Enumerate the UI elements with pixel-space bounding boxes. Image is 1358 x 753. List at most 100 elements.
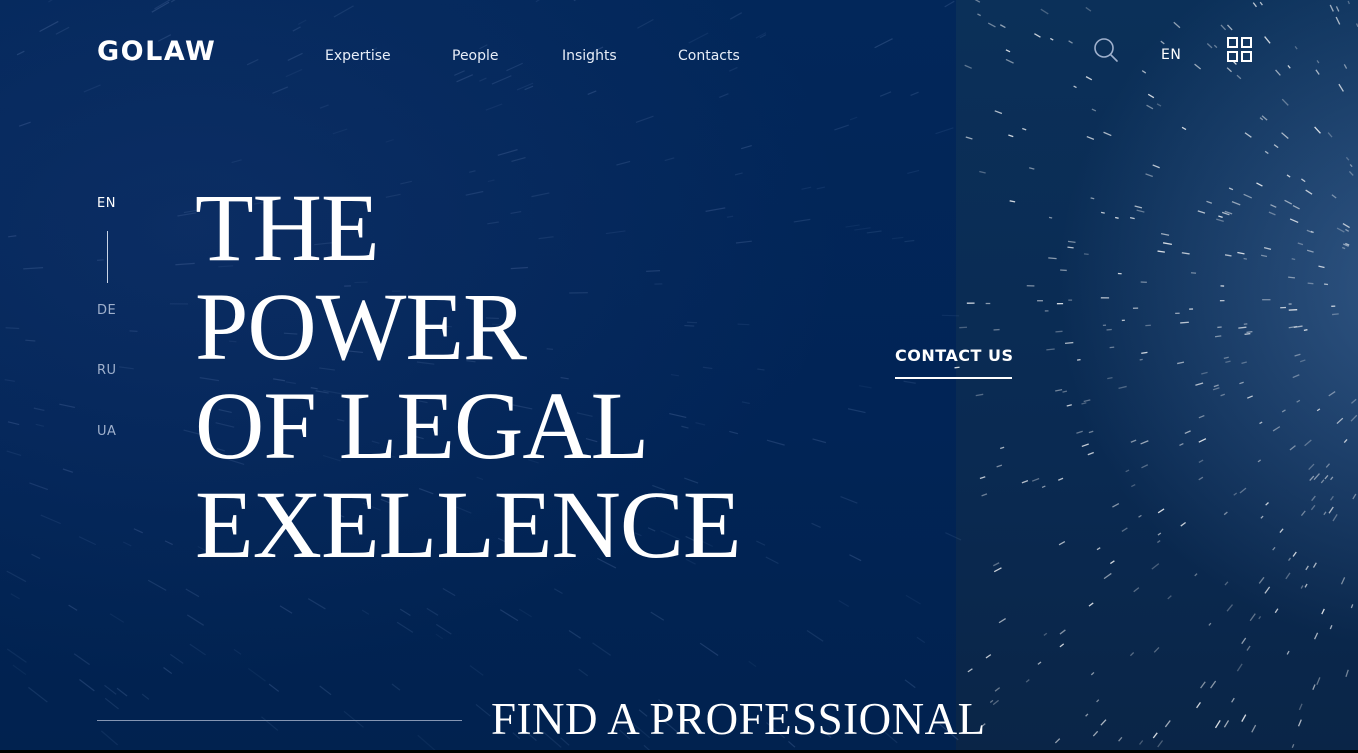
- speed-line-dash: [1214, 335, 1222, 338]
- speed-line-dash: [1198, 476, 1204, 481]
- speed-line-dash: [535, 0, 541, 3]
- side-lang-ua[interactable]: UA: [97, 424, 116, 439]
- find-divider: [97, 720, 462, 721]
- speed-line-dash: [1173, 21, 1181, 29]
- speed-line-dash: [1301, 178, 1306, 183]
- speed-line-dash: [1335, 16, 1341, 25]
- nav-item-expertise[interactable]: Expertise: [325, 48, 391, 64]
- speed-line-dash: [1157, 508, 1165, 514]
- speed-line-dash: [845, 224, 860, 228]
- speed-line-dash: [1029, 167, 1035, 170]
- speed-line-dash: [967, 668, 973, 673]
- speed-line-dash: [992, 699, 999, 706]
- page: GOLAW Expertise People Insights Contacts…: [0, 0, 1358, 753]
- speed-line-dash: [1272, 426, 1281, 432]
- speed-line-dash: [999, 24, 1006, 29]
- logo[interactable]: GOLAW: [97, 36, 216, 67]
- speed-line-dash: [1224, 254, 1232, 257]
- side-lang-de[interactable]: DE: [97, 303, 116, 318]
- speed-line-dash: [728, 66, 738, 72]
- speed-line-dash: [965, 136, 973, 140]
- side-lang-en[interactable]: EN: [97, 196, 116, 211]
- speed-line-dash: [1200, 681, 1206, 689]
- side-lang-ru[interactable]: RU: [97, 363, 117, 378]
- speed-line-dash: [116, 687, 128, 697]
- speed-line-dash: [1196, 702, 1201, 709]
- speed-line-dash: [1246, 330, 1253, 334]
- speed-line-dash: [435, 623, 452, 635]
- speed-line-dash: [1330, 495, 1334, 501]
- speed-line-dash: [1258, 616, 1262, 620]
- speed-line-dash: [1141, 464, 1149, 469]
- speed-line-dash: [104, 697, 119, 710]
- speed-line-dash: [616, 160, 631, 166]
- speed-line-dash: [1308, 463, 1315, 471]
- nav-item-contacts[interactable]: Contacts: [678, 48, 740, 64]
- speed-line-dash: [246, 58, 259, 66]
- speed-line-dash: [1197, 210, 1206, 214]
- speed-line-dash: [998, 617, 1006, 624]
- speed-line-dash: [48, 0, 53, 3]
- speed-line-dash: [1294, 353, 1301, 357]
- speed-line-dash: [979, 476, 986, 480]
- speed-line-dash: [1270, 204, 1277, 208]
- hero-headline: THE POWER OF LEGAL EXELLENCE: [195, 178, 742, 574]
- speed-line-dash: [1299, 359, 1306, 363]
- grid-menu-icon[interactable]: [1227, 37, 1253, 63]
- nav-item-people[interactable]: People: [452, 48, 499, 64]
- speed-line-dash: [1273, 144, 1279, 149]
- speed-line-dash: [1236, 74, 1242, 80]
- speed-line-dash: [1109, 346, 1115, 349]
- speed-line-dash: [177, 212, 197, 217]
- speed-line-dash: [28, 686, 48, 703]
- speed-line-dash: [1335, 6, 1340, 12]
- speed-line-dash: [1257, 459, 1262, 463]
- speed-line-dash: [1304, 439, 1312, 447]
- speed-line-dash: [1096, 699, 1100, 703]
- speed-line-dash: [109, 613, 125, 623]
- speed-line-dash: [891, 236, 904, 240]
- speed-line-dash: [33, 407, 45, 411]
- speed-line-dash: [1241, 361, 1247, 365]
- speed-line-dash: [568, 630, 581, 639]
- speed-line-dash: [573, 0, 577, 2]
- search-icon[interactable]: [1093, 37, 1119, 63]
- speed-line-dash: [910, 91, 919, 97]
- speed-line-dash: [1085, 76, 1093, 81]
- speed-line-dash: [1264, 586, 1271, 594]
- speed-line-dash: [1315, 69, 1320, 75]
- speed-line-dash: [119, 366, 134, 370]
- speed-line-dash: [1140, 440, 1149, 445]
- speed-line-dash: [905, 594, 921, 605]
- speed-line-dash: [553, 588, 563, 595]
- speed-line-dash: [31, 553, 41, 560]
- speed-line-dash: [741, 401, 750, 405]
- speed-line-dash: [1324, 474, 1329, 480]
- speed-line-dash: [635, 115, 654, 123]
- speed-line-dash: [1284, 199, 1293, 205]
- speed-line-dash: [319, 685, 332, 696]
- speed-line-dash: [1115, 216, 1119, 219]
- speed-line-dash: [1046, 348, 1055, 351]
- find-professional-heading[interactable]: FIND A PROFESSIONAL: [491, 693, 986, 745]
- speed-line-dash: [1265, 502, 1269, 506]
- speed-line-dash: [1226, 67, 1232, 73]
- speed-line-dash: [133, 528, 144, 534]
- contact-us-button[interactable]: CONTACT US: [895, 346, 1014, 365]
- speed-line-dash: [1281, 98, 1289, 106]
- speed-line-dash: [637, 18, 654, 29]
- speed-line-dash: [1281, 132, 1289, 139]
- speed-line-dash: [79, 679, 95, 692]
- speed-line-dash: [96, 259, 104, 261]
- nav-item-insights[interactable]: Insights: [562, 48, 617, 64]
- speed-line-dash: [247, 667, 266, 682]
- speed-line-dash: [811, 522, 821, 528]
- speed-line-dash: [1021, 480, 1029, 484]
- speed-line-dash: [1310, 504, 1316, 511]
- speed-line-dash: [1118, 736, 1123, 742]
- speed-line-dash: [1076, 430, 1083, 434]
- speed-line-dash: [1103, 131, 1112, 137]
- speed-line-dash: [1000, 446, 1005, 450]
- language-selector[interactable]: EN: [1161, 47, 1181, 63]
- speed-line-dash: [469, 665, 484, 676]
